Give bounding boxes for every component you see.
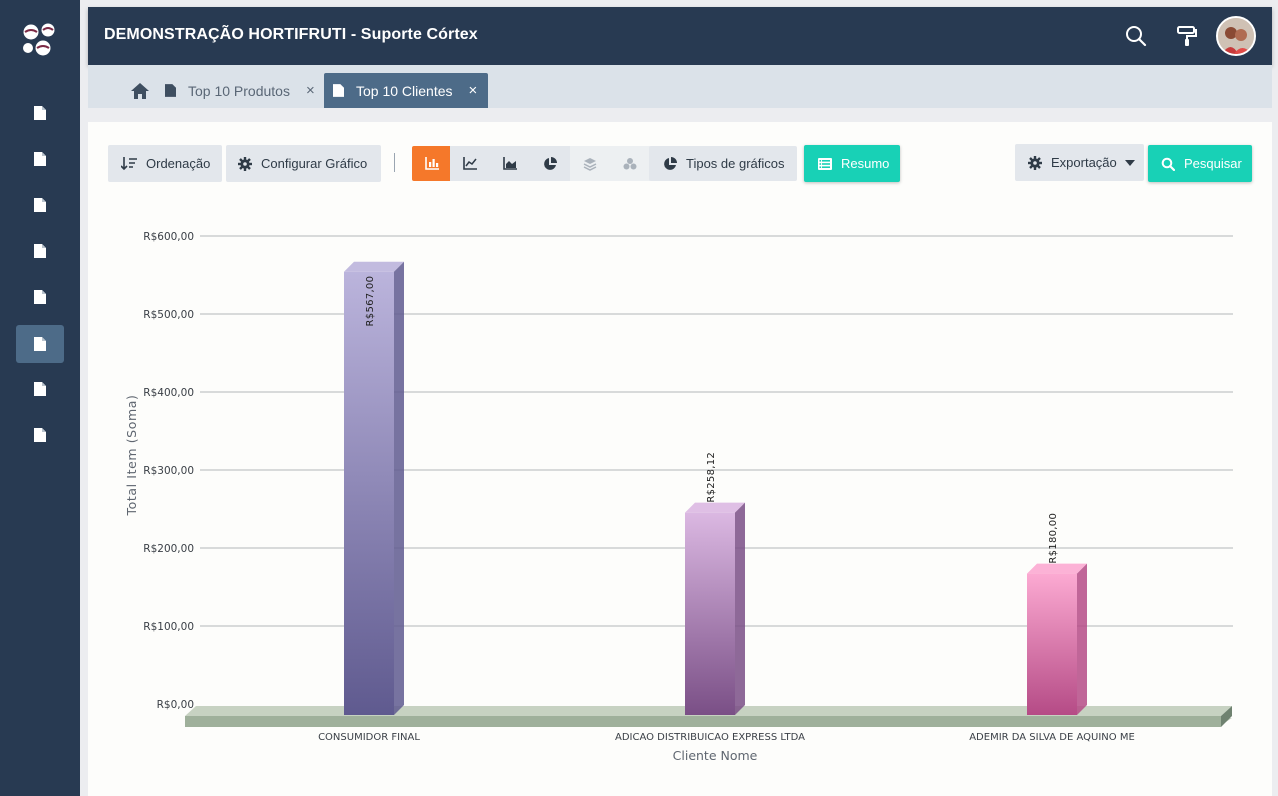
bar-side (394, 261, 404, 715)
data-label: R$258,12 (706, 452, 717, 503)
bar-top (685, 502, 745, 513)
document-icon (333, 84, 344, 97)
document-icon (165, 84, 176, 97)
bar-chart: R$0,00 R$100,00 R$200,00 R$300,00 R$400,00 R$… (124, 231, 1233, 763)
bar-top (1027, 563, 1087, 574)
y-tick-label: R$100,00 (143, 621, 194, 633)
x-tick-label: ADICAO DISTRIBUICAO EXPRESS LTDA (615, 732, 805, 743)
bar[interactable] (1027, 563, 1087, 715)
bar-side (1077, 563, 1087, 715)
bar-front (344, 271, 394, 715)
document-icon (34, 152, 46, 166)
data-label: R$567,00 (365, 276, 376, 327)
bar-top (344, 261, 404, 272)
paint-roller-icon[interactable] (1175, 24, 1199, 48)
bar[interactable] (685, 502, 745, 715)
close-tab-button[interactable]: × (469, 82, 478, 99)
x-axis-title: Cliente Nome (673, 748, 758, 763)
y-tick-label: R$600,00 (143, 231, 194, 243)
sidebar-item-3[interactable] (16, 186, 64, 224)
logo-icon (23, 23, 55, 56)
y-tick-label: R$400,00 (143, 387, 194, 399)
sidebar-item-6-active[interactable] (16, 325, 64, 363)
bar[interactable] (344, 261, 404, 715)
bar-front (1027, 573, 1077, 715)
data-label: R$180,00 (1048, 513, 1059, 564)
x-tick-label: CONSUMIDOR FINAL (318, 732, 420, 743)
search-icon[interactable] (1124, 24, 1148, 48)
tab-label: Top 10 Clientes (356, 82, 453, 99)
document-icon (34, 428, 46, 442)
document-icon (34, 106, 46, 120)
document-icon (34, 244, 46, 258)
sidebar-item-4[interactable] (16, 232, 64, 270)
document-icon (34, 382, 46, 396)
avatar[interactable] (1216, 16, 1256, 56)
document-icon (34, 290, 46, 304)
tab-top-10-produtos[interactable]: Top 10 Produtos × (165, 73, 321, 108)
sidebar-item-7[interactable] (16, 370, 64, 408)
chart-labels: R$0,00 R$100,00 R$200,00 R$300,00 R$400,00 R$… (143, 231, 1135, 743)
sidebar-item-5[interactable] (16, 278, 64, 316)
content-panel: Ordenação Configurar Gráfico Tipos de gr… (88, 122, 1272, 796)
y-axis-title: Total Item (Soma) (124, 395, 139, 517)
x-tick-label: ADEMIR DA SILVA DE AQUINO ME (969, 732, 1135, 743)
sidebar-item-2[interactable] (16, 140, 64, 178)
y-tick-label: R$200,00 (143, 543, 194, 555)
sidebar-item-1[interactable] (16, 94, 64, 132)
top-header: DEMONSTRAÇÃO HORTIFRUTI - Suporte Córtex (88, 7, 1272, 65)
avatar-photo-icon (1218, 18, 1254, 54)
document-icon (34, 198, 46, 212)
tab-top-10-clientes[interactable]: Top 10 Clientes × (324, 73, 488, 108)
sidebar-item-8[interactable] (16, 416, 64, 454)
document-icon (34, 337, 46, 351)
tab-label: Top 10 Produtos (188, 82, 290, 99)
y-tick-label: R$0,00 (157, 699, 194, 711)
chart-floor-front (185, 716, 1221, 727)
tab-bar: Top 10 Produtos × Top 10 Clientes × (88, 65, 1272, 108)
home-icon[interactable] (131, 83, 149, 99)
close-tab-button[interactable]: × (306, 82, 315, 99)
bar-side (735, 502, 745, 715)
bar-front (685, 512, 735, 715)
sidebar (0, 0, 80, 796)
y-tick-label: R$300,00 (143, 465, 194, 477)
y-tick-label: R$500,00 (143, 309, 194, 321)
page-title: DEMONSTRAÇÃO HORTIFRUTI - Suporte Córtex (104, 26, 478, 43)
